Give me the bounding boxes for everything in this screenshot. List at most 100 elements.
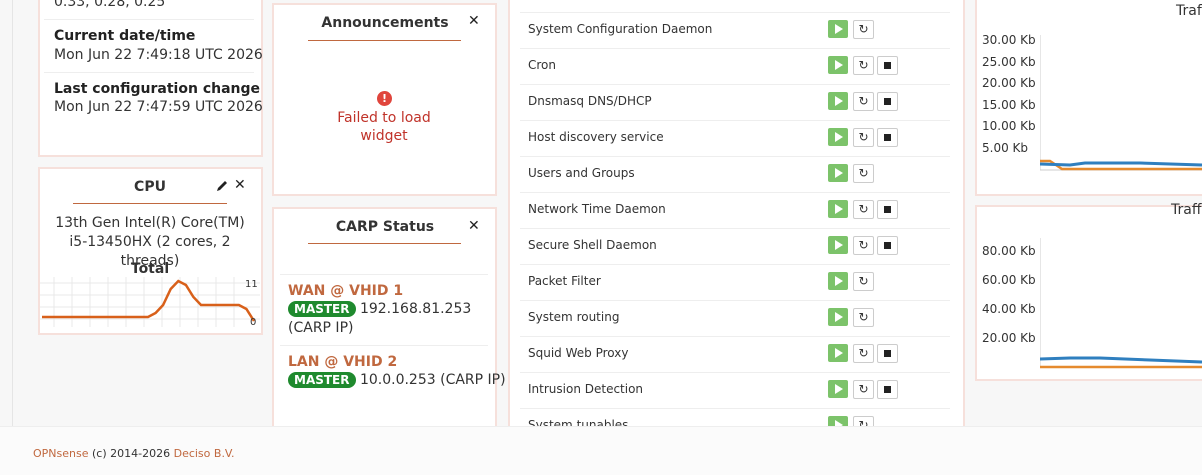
restart-service-button[interactable]: ↻ <box>853 308 874 327</box>
start-service-button[interactable] <box>828 128 848 146</box>
stop-service-button[interactable] <box>877 236 898 255</box>
service-name: Host discovery service <box>528 130 664 144</box>
carp-status-title: CARP Status <box>335 219 435 235</box>
cpu-usage-line <box>42 279 256 322</box>
start-service-button[interactable] <box>828 272 848 290</box>
last-config-change-label: Last configuration change <box>54 81 261 97</box>
cpu-total-label: Total <box>130 261 170 277</box>
divider <box>280 345 488 346</box>
close-icon[interactable]: ✕ <box>468 218 480 234</box>
service-name: Cron <box>528 58 556 72</box>
start-service-button[interactable] <box>828 56 848 74</box>
service-row: System Configuration Daemon ↻ <box>520 12 950 49</box>
start-service-button[interactable] <box>828 92 848 110</box>
carp-note: (CARP IP) <box>288 320 354 336</box>
y-tick-label: 20.00 Kb <box>982 76 1036 90</box>
y-tick-label: 30.00 Kb <box>982 33 1036 47</box>
system-info-widget <box>38 0 263 157</box>
footer-text: OPNsense (c) 2014-2026 Deciso B.V. <box>33 447 235 460</box>
announcements-title: Announcements <box>321 15 449 31</box>
restart-service-button[interactable]: ↻ <box>853 236 874 255</box>
title-underline <box>308 40 461 41</box>
footer: OPNsense (c) 2014-2026 Deciso B.V. <box>0 426 1202 475</box>
service-name: Dnsmasq DNS/DHCP <box>528 94 652 108</box>
cpu-y-max: 11 <box>245 279 258 290</box>
y-tick-label: 10.00 Kb <box>982 119 1036 133</box>
y-tick-label: 25.00 Kb <box>982 54 1036 69</box>
service-row: Cron ↻ <box>520 48 950 85</box>
carp-entry: MASTER 192.168.81.253 <box>288 301 471 317</box>
start-service-button[interactable] <box>828 164 848 182</box>
service-name: System routing <box>528 310 620 324</box>
y-tick-label: 20.00 Kb <box>982 331 1036 345</box>
divider <box>280 274 488 275</box>
service-row: Packet Filter ↻ <box>520 264 950 301</box>
close-icon[interactable]: ✕ <box>234 177 246 193</box>
alert-circle-icon: ! <box>377 91 392 106</box>
stop-service-button[interactable] <box>877 344 898 363</box>
y-tick-label: 80.00 Kb <box>982 244 1036 258</box>
edit-icon[interactable] <box>215 179 229 197</box>
service-row: Squid Web Proxy ↻ <box>520 336 950 373</box>
restart-service-button[interactable]: ↻ <box>853 344 874 363</box>
start-service-button[interactable] <box>828 308 848 326</box>
start-service-button[interactable] <box>828 236 848 254</box>
cpu-sparkline <box>40 277 260 327</box>
last-config-change-value: Mon Jun 22 7:47:59 UTC 2026 <box>54 99 263 115</box>
service-name: Squid Web Proxy <box>528 346 629 360</box>
restart-service-button[interactable]: ↻ <box>853 164 874 183</box>
restart-service-button[interactable]: ↻ <box>853 128 874 147</box>
start-service-button[interactable] <box>828 344 848 362</box>
title-underline <box>308 243 461 244</box>
current-datetime-label: Current date/time <box>54 28 196 44</box>
service-name: System Configuration Daemon <box>528 22 713 36</box>
service-name: Packet Filter <box>528 274 601 288</box>
current-datetime-value: Mon Jun 22 7:49:18 UTC 2026 <box>54 47 263 63</box>
start-service-button[interactable] <box>828 20 848 38</box>
service-row: Dnsmasq DNS/DHCP ↻ <box>520 84 950 121</box>
divider <box>44 72 254 73</box>
y-tick-label: 40.00 Kb <box>982 302 1036 316</box>
stop-service-button[interactable] <box>877 128 898 147</box>
close-icon[interactable]: ✕ <box>468 13 480 29</box>
restart-service-button[interactable]: ↻ <box>853 56 874 75</box>
y-tick-label: 60.00 Kb <box>982 273 1036 287</box>
divider <box>44 19 254 20</box>
load-average-value: 0.33, 0.28, 0.25 <box>54 0 166 10</box>
start-service-button[interactable] <box>828 200 848 218</box>
restart-service-button[interactable]: ↻ <box>853 272 874 291</box>
stop-service-button[interactable] <box>877 200 898 219</box>
restart-service-button[interactable]: ↻ <box>853 200 874 219</box>
service-name: Secure Shell Daemon <box>528 238 657 252</box>
stop-service-button[interactable] <box>877 380 898 399</box>
service-row: Intrusion Detection ↻ <box>520 372 950 409</box>
traffic-chart-title: Traf <box>1176 3 1202 19</box>
y-tick-label: 5.00 Kb <box>982 140 1029 155</box>
service-row: Host discovery service ↻ <box>520 120 950 157</box>
title-underline <box>73 203 227 204</box>
footer-company-link[interactable]: Deciso B.V. <box>174 447 235 460</box>
status-badge: MASTER <box>288 372 356 388</box>
start-service-button[interactable] <box>828 380 848 398</box>
stop-service-button[interactable] <box>877 92 898 111</box>
service-row: Network Time Daemon ↻ <box>520 192 950 229</box>
announcements-error: Failed to load widget <box>337 110 431 144</box>
carp-entry-name[interactable]: WAN @ VHID 1 <box>288 283 403 299</box>
series-blue <box>1040 356 1202 364</box>
traffic-chart-1 <box>1040 35 1202 171</box>
restart-service-button[interactable]: ↻ <box>853 92 874 111</box>
restart-service-button[interactable]: ↻ <box>853 20 874 39</box>
service-row: System routing ↻ <box>520 300 950 337</box>
service-name: Network Time Daemon <box>528 202 666 216</box>
stop-service-button[interactable] <box>877 56 898 75</box>
service-name: Intrusion Detection <box>528 382 644 396</box>
carp-entry-name[interactable]: LAN @ VHID 2 <box>288 354 397 370</box>
y-tick-label: 15.00 Kb <box>982 97 1036 112</box>
restart-service-button[interactable]: ↻ <box>853 380 874 399</box>
carp-ip: 10.0.0.253 (CARP IP) <box>359 372 506 388</box>
cpu-y-min: 0 <box>250 317 257 328</box>
page-left-border <box>12 0 13 426</box>
footer-brand-link[interactable]: OPNsense <box>33 447 89 460</box>
footer-copyright: (c) 2014-2026 <box>92 447 171 460</box>
traffic-chart-title: Traff <box>1171 202 1202 218</box>
